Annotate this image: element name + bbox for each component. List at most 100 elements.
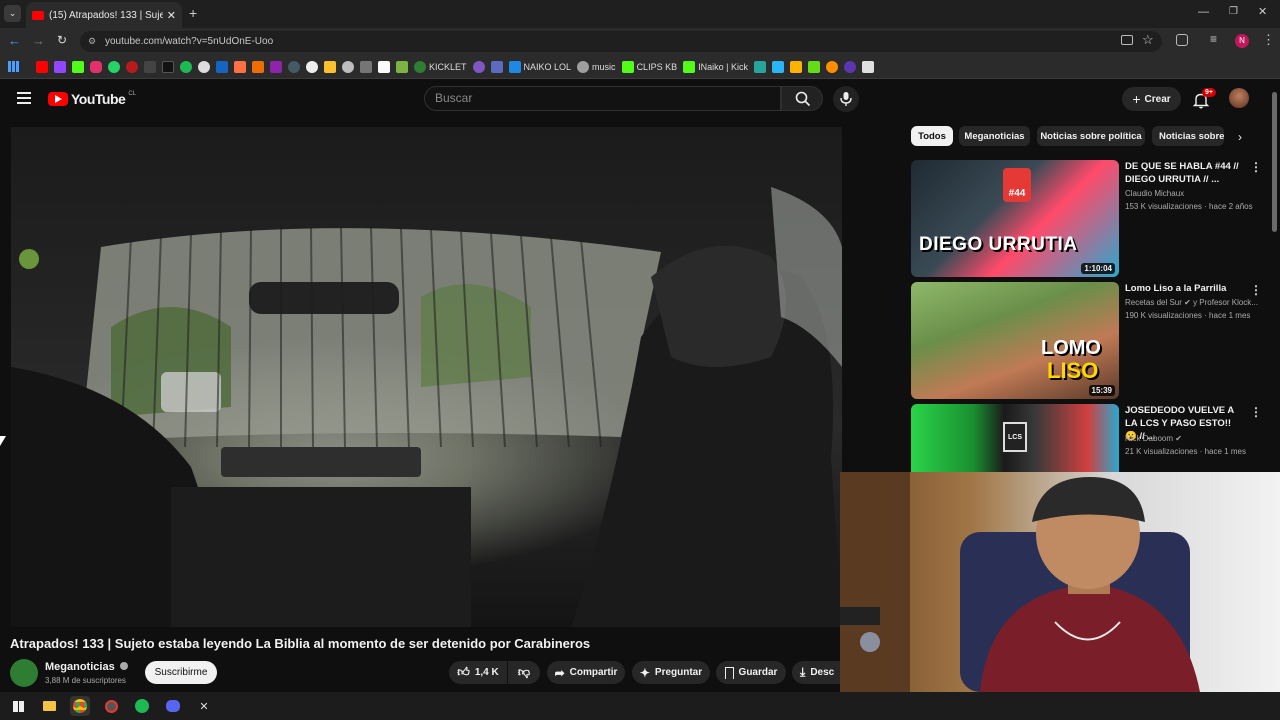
app-x-icon[interactable]: ✕: [194, 696, 214, 716]
windows-start-icon[interactable]: [8, 696, 28, 716]
chip-meganoticias[interactable]: Meganoticias: [959, 126, 1030, 146]
recommendation-channel-2[interactable]: Recetas del Sur ✔ y Profesor Klock...: [1125, 298, 1258, 307]
youtube-logo[interactable]: YouTube CL: [48, 91, 136, 107]
bookmark-shield-icon[interactable]: [490, 60, 503, 73]
extensions-icon[interactable]: [1176, 34, 1188, 46]
download-button[interactable]: ⤓ Desc: [792, 661, 840, 684]
bookmarks-bar: KICKLET NAIKO LOL music CLIPS KB INaiko …: [0, 55, 1280, 79]
bookmark-instagram-icon[interactable]: [90, 60, 102, 73]
windows-taskbar: ✕: [0, 692, 1280, 720]
bookmark-s-icon[interactable]: [198, 60, 210, 73]
bookmark-lime-icon[interactable]: [807, 60, 820, 73]
chip-politics-news[interactable]: Noticias sobre política: [1037, 126, 1145, 146]
chevron-right-icon[interactable]: ›: [1238, 130, 1242, 144]
bookmark-violet-icon[interactable]: [472, 60, 485, 73]
share-button[interactable]: ➦ Compartir: [547, 661, 625, 684]
bookmark-purple-icon[interactable]: [270, 60, 282, 73]
video-player[interactable]: [11, 127, 842, 627]
user-avatar[interactable]: [1229, 88, 1249, 108]
spotify-icon[interactable]: [132, 696, 152, 716]
bookmark-kick-icon[interactable]: [72, 60, 84, 73]
more-options-icon[interactable]: ⋮: [1250, 283, 1262, 297]
bookmark-kicklet[interactable]: KICKLET: [414, 60, 467, 73]
browser-tab-active[interactable]: (15) Atrapados! 133 | Sujeto estaba... ✕: [26, 2, 182, 28]
bookmark-x-icon[interactable]: [144, 60, 156, 73]
channel-avatar[interactable]: [10, 659, 38, 687]
reload-icon[interactable]: ↻: [57, 33, 67, 47]
bookmark-orange-icon[interactable]: [234, 60, 246, 73]
bookmark-clips-kb[interactable]: CLIPS KB: [621, 60, 677, 73]
recommendation-channel-1[interactable]: Claudio Michaux: [1125, 189, 1184, 198]
recommendation-thumbnail-1[interactable]: #44 DIEGO URRUTIA 1:10:04: [911, 160, 1119, 277]
subscribe-button[interactable]: Suscribirme: [145, 661, 217, 684]
tab-search-button[interactable]: ⌄: [4, 5, 21, 22]
bookmark-search-icon[interactable]: [288, 60, 300, 73]
more-options-icon[interactable]: ⋮: [1250, 160, 1262, 174]
bookmark-swirl-icon[interactable]: [843, 60, 856, 73]
bookmark-tiktok-icon[interactable]: [162, 60, 174, 73]
recommendation-thumbnail-3[interactable]: LCS: [911, 404, 1119, 472]
voice-search-button[interactable]: [833, 86, 859, 112]
bookmark-white-icon[interactable]: [378, 60, 390, 73]
url-field[interactable]: ⚙ youtube.com/watch?v=5nUdOnE-Uoo: [80, 31, 1162, 52]
bookmark-gray-icon[interactable]: [360, 60, 372, 73]
channel-name[interactable]: Meganoticias: [45, 661, 128, 673]
restore-button[interactable]: ❐: [1229, 6, 1238, 17]
bookmark-grid-icon[interactable]: [861, 60, 874, 73]
bookmark-whatsapp-icon[interactable]: [108, 60, 120, 73]
close-tab-icon[interactable]: ✕: [167, 9, 176, 22]
ask-button[interactable]: ✦ Preguntar: [632, 661, 710, 684]
create-button[interactable]: + Crear: [1122, 87, 1181, 111]
bookmark-chrome-icon[interactable]: [306, 60, 318, 73]
bookmark-inaiko-kick[interactable]: INaiko | Kick: [683, 60, 748, 73]
bookmark-teal-icon[interactable]: [753, 60, 766, 73]
file-explorer-icon[interactable]: [39, 696, 59, 716]
bookmark-magnet-icon[interactable]: [825, 60, 838, 73]
app-red-icon[interactable]: [101, 696, 121, 716]
bookmark-cyan-icon[interactable]: [771, 60, 784, 73]
search-button[interactable]: [781, 86, 823, 111]
bookmark-yellow-icon[interactable]: [324, 60, 336, 73]
bookmark-cat-icon[interactable]: [342, 60, 354, 73]
bookmark-twitch-icon[interactable]: [54, 60, 66, 73]
bookmark-red-icon[interactable]: [126, 60, 138, 73]
bookmark-music[interactable]: music: [577, 60, 616, 73]
recommendation-thumbnail-2[interactable]: LOMO LISO 15:39: [911, 282, 1119, 399]
streamer-webcam-overlay: [840, 472, 1280, 692]
save-button[interactable]: Guardar: [716, 661, 786, 684]
bookmark-blue-icon[interactable]: [216, 60, 228, 73]
recommendation-title-2[interactable]: Lomo Liso a la Parrilla: [1125, 282, 1243, 295]
notifications-button[interactable]: 9+: [1193, 88, 1216, 110]
profile-avatar[interactable]: N: [1235, 34, 1249, 48]
bookmark-youtube-icon[interactable]: [36, 60, 48, 73]
new-tab-button[interactable]: +: [189, 5, 197, 21]
discord-icon[interactable]: [163, 696, 183, 716]
back-icon[interactable]: ←: [8, 33, 21, 48]
more-options-icon[interactable]: ⋮: [1250, 405, 1262, 419]
chip-news-more[interactable]: Noticias sobre: [1152, 126, 1224, 146]
hamburger-menu-icon[interactable]: [17, 92, 31, 104]
bookmark-naiko-lol[interactable]: NAIKO LOL: [508, 60, 571, 73]
site-info-icon[interactable]: ⚙: [88, 31, 96, 52]
forward-icon[interactable]: →: [32, 33, 45, 48]
bookmark-star-icon[interactable]: ☆: [1142, 32, 1154, 48]
recommendation-title-1[interactable]: DE QUE SE HABLA #44 // DIEGO URRUTIA // …: [1125, 160, 1243, 186]
like-button[interactable]: 👍︎ 1,4 K: [449, 661, 507, 684]
country-code: CL: [128, 91, 136, 97]
page-scrollbar[interactable]: [1272, 92, 1277, 232]
chrome-icon[interactable]: [70, 696, 90, 716]
media-controls-icon[interactable]: ≡: [1210, 32, 1217, 46]
dislike-button[interactable]: 👎︎: [508, 661, 540, 684]
minimize-button[interactable]: —: [1198, 6, 1209, 18]
bookmark-orange2-icon[interactable]: [252, 60, 264, 73]
install-app-icon[interactable]: [1121, 35, 1133, 45]
bookmark-green-icon[interactable]: [396, 60, 408, 73]
bookmark-gold-icon[interactable]: [789, 60, 802, 73]
close-window-button[interactable]: ✕: [1258, 5, 1267, 18]
search-input[interactable]: Buscar: [424, 86, 781, 111]
recommendation-channel-3[interactable]: Nick Daboom ✔: [1125, 434, 1182, 443]
browser-menu-icon[interactable]: ⋮: [1262, 32, 1275, 48]
apps-grid-icon[interactable]: [8, 61, 19, 72]
chip-all[interactable]: Todos: [911, 126, 953, 146]
bookmark-spotify-icon[interactable]: [180, 60, 192, 73]
